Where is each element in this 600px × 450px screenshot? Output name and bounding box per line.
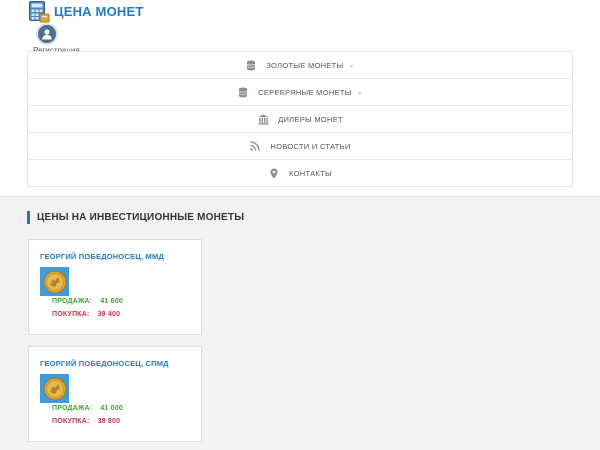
calculator-icon — [29, 1, 50, 23]
avatar[interactable] — [36, 23, 58, 45]
sell-price: ПРОДАЖА: 41 000 — [52, 405, 123, 412]
buy-price: ПОКУПКА: 38 800 — [52, 418, 120, 425]
nav-label: СЕРЕБРЯНЫЕ МОНЕТЫ — [258, 87, 352, 97]
nav-label: НОВОСТИ И СТАТЬИ — [270, 141, 351, 151]
sell-value: 41 000 — [100, 405, 123, 412]
user-icon — [42, 29, 52, 40]
sell-label: ПРОДАЖА: — [52, 298, 93, 305]
gold-coin-icon — [43, 270, 66, 293]
nav-item-dealers[interactable]: ДИЛЕРЫ МОНЕТ — [27, 106, 573, 133]
nav-item-news[interactable]: НОВОСТИ И СТАТЬИ — [27, 133, 573, 160]
coin-image[interactable] — [40, 374, 69, 403]
coins-stack-icon — [245, 59, 257, 71]
main-content: ЦЕНЫ НА ИНВЕСТИЦИОННЫЕ МОНЕТЫ ГЕОРГИЙ ПО… — [0, 196, 600, 450]
coin-image[interactable] — [40, 267, 69, 296]
coin-name-link[interactable]: ГЕОРГИЙ ПОБЕДОНОСЕЦ, ММД — [40, 252, 164, 261]
sell-price: ПРОДАЖА: 41 600 — [52, 298, 123, 305]
coins-stack-icon — [237, 86, 249, 98]
sell-label: ПРОДАЖА: — [52, 405, 93, 412]
site-logo[interactable]: ЦЕНА МОНЕТ — [29, 1, 144, 23]
nav-label: ЗОЛОТЫЕ МОНЕТЫ — [266, 60, 344, 70]
nav-item-contacts[interactable]: КОНТАКТЫ — [27, 160, 573, 187]
chevron-down-icon: ⌄ — [348, 62, 355, 69]
coin-price-card[interactable]: ГЕОРГИЙ ПОБЕДОНОСЕЦ, ММД ПРОДАЖА: 41 600 … — [28, 239, 202, 335]
gold-coin-icon — [43, 377, 66, 400]
nav-item-silver-coins[interactable]: СЕРЕБРЯНЫЕ МОНЕТЫ ⌄ — [27, 79, 573, 106]
nav-item-gold-coins[interactable]: ЗОЛОТЫЕ МОНЕТЫ ⌄ — [27, 51, 573, 79]
nav-label: КОНТАКТЫ — [289, 168, 332, 178]
sell-value: 41 600 — [100, 298, 123, 305]
buy-label: ПОКУПКА: — [52, 418, 90, 425]
buy-price: ПОКУПКА: 39 400 — [52, 311, 120, 318]
buy-label: ПОКУПКА: — [52, 311, 90, 318]
section-title: ЦЕНЫ НА ИНВЕСТИЦИОННЫЕ МОНЕТЫ — [27, 211, 244, 224]
map-pin-icon — [268, 167, 280, 179]
bank-icon — [257, 113, 269, 125]
user-menu[interactable] — [36, 23, 58, 45]
main-nav: ЗОЛОТЫЕ МОНЕТЫ ⌄ СЕРЕБРЯНЫЕ МОНЕТЫ ⌄ ДИЛ… — [27, 51, 573, 187]
buy-value: 39 400 — [97, 311, 121, 318]
buy-value: 38 800 — [97, 418, 121, 425]
nav-label: ДИЛЕРЫ МОНЕТ — [278, 114, 343, 124]
site-title: ЦЕНА МОНЕТ — [54, 3, 144, 19]
site-header: ЦЕНА МОНЕТ Регистрация — [0, 0, 600, 52]
coin-price-card[interactable]: ГЕОРГИЙ ПОБЕДОНОСЕЦ, СПМД ПРОДАЖА: 41 000… — [28, 346, 202, 442]
coin-name-link[interactable]: ГЕОРГИЙ ПОБЕДОНОСЕЦ, СПМД — [40, 359, 169, 368]
chevron-down-icon: ⌄ — [356, 89, 363, 96]
rss-icon — [249, 140, 261, 152]
